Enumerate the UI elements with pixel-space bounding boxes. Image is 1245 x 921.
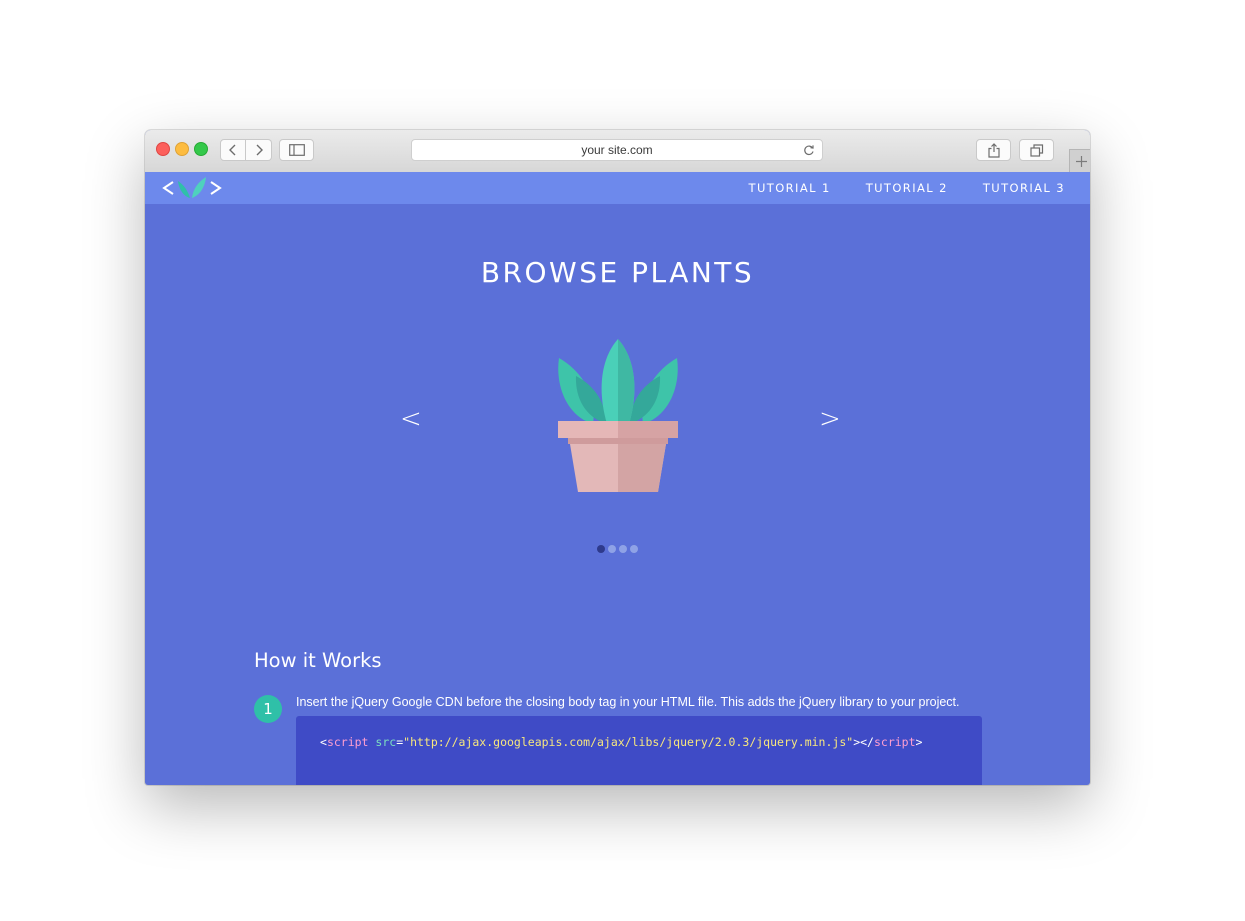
plus-icon: [1075, 156, 1087, 167]
show-tabs-button[interactable]: [1019, 139, 1054, 161]
share-button[interactable]: [976, 139, 1011, 161]
carousel-next-button[interactable]: >: [819, 406, 841, 432]
code-attr: src: [375, 735, 397, 749]
carousel-dot-2[interactable]: [608, 545, 616, 553]
code-block: <script src="http://ajax.googleapis.com/…: [296, 716, 982, 785]
minimize-window-button[interactable]: [175, 142, 189, 156]
back-icon: [229, 144, 236, 156]
code-close-open: ></: [853, 735, 874, 749]
forward-button[interactable]: [246, 139, 272, 161]
code-open-bracket: <: [320, 735, 327, 749]
logo-icon[interactable]: [162, 175, 224, 201]
nav-links: TUTORIAL 1 TUTORIAL 2 TUTORIAL 3: [714, 172, 1065, 204]
site-navbar: TUTORIAL 1 TUTORIAL 2 TUTORIAL 3: [145, 172, 1090, 204]
address-bar[interactable]: your site.com: [411, 139, 823, 161]
carousel-dot-1[interactable]: [597, 545, 605, 553]
back-button[interactable]: [220, 139, 246, 161]
sidebar-button[interactable]: [279, 139, 314, 161]
browser-toolbar: your site.com: [145, 130, 1090, 173]
nav-link-tutorial-2[interactable]: TUTORIAL 2: [866, 181, 948, 195]
browser-window: your site.com TUTORIAL 1 TUTORIAL 2 TUTO…: [145, 130, 1090, 785]
hero-title: BROWSE PLANTS: [480, 256, 755, 289]
nav-link-tutorial-1[interactable]: TUTORIAL 1: [749, 181, 831, 195]
reload-icon[interactable]: [803, 143, 815, 157]
carousel-dot-4[interactable]: [630, 545, 638, 553]
step-number-badge: 1: [254, 695, 282, 723]
forward-icon: [256, 144, 263, 156]
share-icon: [987, 142, 1000, 158]
step-description: Insert the jQuery Google CDN before the …: [296, 695, 960, 709]
plant-icon: [558, 339, 678, 492]
new-tab-button[interactable]: [1069, 149, 1090, 173]
zoom-window-button[interactable]: [194, 142, 208, 156]
code-close-tag: script: [873, 735, 916, 749]
code-tag: script: [326, 735, 369, 749]
carousel-dot-3[interactable]: [619, 545, 627, 553]
url-text: your site.com: [581, 143, 653, 157]
sidebar-icon: [288, 144, 305, 156]
code-end: >: [915, 735, 923, 749]
how-it-works-title: How it Works: [254, 649, 382, 672]
carousel-indicators: [597, 545, 641, 553]
close-window-button[interactable]: [156, 142, 170, 156]
nav-link-tutorial-3[interactable]: TUTORIAL 3: [983, 181, 1065, 195]
tabs-icon: [1029, 143, 1043, 157]
code-value: "http://ajax.googleapis.com/ajax/libs/jq…: [403, 735, 854, 749]
carousel-prev-button[interactable]: <: [400, 406, 422, 432]
code-line: <script src="http://ajax.googleapis.com/…: [320, 735, 922, 749]
